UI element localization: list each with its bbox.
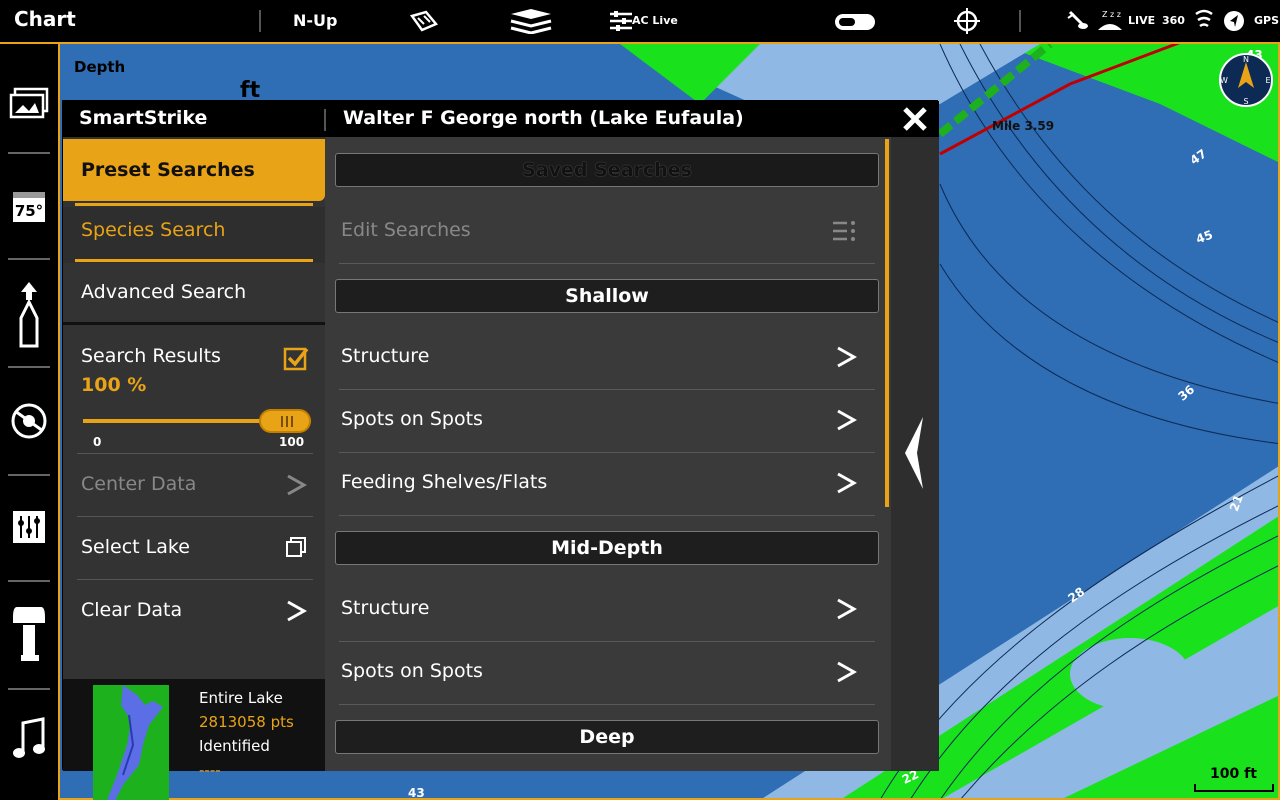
toggle-icon[interactable] (834, 13, 876, 35)
chevron-left-icon (905, 417, 923, 489)
compass-icon[interactable]: N S E W (1218, 52, 1274, 108)
chevron-right-icon (835, 660, 858, 688)
chevron-right-icon (835, 408, 858, 436)
close-button[interactable] (901, 105, 929, 133)
outboard-motor-icon[interactable] (6, 602, 52, 668)
chart-settings-icon[interactable] (408, 8, 440, 40)
list-item[interactable]: Spots on Spots (339, 642, 875, 705)
settings-sliders-icon[interactable] (6, 504, 52, 550)
music-icon[interactable] (6, 716, 52, 762)
lake-thumbnail (93, 685, 169, 800)
search-results-label: Search Results (81, 345, 221, 367)
deep-header: Deep (335, 720, 879, 754)
lake-title: Walter F George north (Lake Eufaula) (343, 107, 744, 129)
lake-points: 2813058 pts (199, 713, 294, 731)
divider (259, 10, 261, 32)
sleep-mode-icon: Z z z (1096, 8, 1124, 38)
divider (324, 109, 326, 131)
live-status: LIVE (1128, 14, 1156, 27)
edit-searches-label: Edit Searches (341, 219, 471, 241)
center-data-label: Center Data (81, 473, 197, 495)
list-item[interactable]: Spots on Spots (339, 390, 875, 453)
scale-bar (1194, 784, 1274, 792)
list-item-label: Structure (341, 345, 430, 367)
svg-text:W: W (1220, 76, 1228, 85)
lake-info-panel: Entire Lake 2813058 pts Identified ---- (63, 679, 325, 800)
chevron-right-icon (285, 473, 308, 501)
chevron-right-icon (835, 471, 858, 499)
svg-text:S: S (1243, 97, 1248, 106)
edit-searches-row[interactable]: Edit Searches (339, 201, 875, 264)
top-status-bar: Chart N-Up AC Live Z z z LIVE 360 GPS (0, 0, 1280, 44)
navigation-icon (1222, 8, 1246, 38)
boat-position-icon[interactable] (6, 280, 52, 350)
sonar-icon (1194, 8, 1214, 38)
shallow-header: Shallow (335, 279, 879, 313)
dialog-header: SmartStrike Walter F George north (Lake … (63, 101, 939, 137)
map-scale: 100 ft (1210, 766, 1257, 782)
left-toolbar: 75° (0, 44, 58, 800)
identified-value: ---- (199, 761, 221, 779)
tab-label: Species Search (81, 219, 226, 241)
slider-handle[interactable] (259, 409, 311, 433)
depth-number: 43 (408, 786, 425, 800)
list-item-label: Structure (341, 597, 430, 619)
window-stack-icon (285, 536, 307, 562)
list-item-label: Spots on Spots (341, 408, 483, 430)
dialog-brand: SmartStrike (79, 107, 208, 129)
trolling-motor-icon (1066, 8, 1090, 38)
home-icon[interactable] (6, 80, 52, 126)
search-results-value: 100 % (81, 374, 147, 396)
search-options-pane: Preset Searches Species Search Advanced … (63, 137, 325, 800)
gps-status: GPS (1254, 14, 1280, 27)
crosshair-icon[interactable] (954, 8, 980, 38)
select-lake-label: Select Lake (81, 536, 190, 558)
ac-live-label: AC Live (632, 14, 678, 27)
chevron-right-icon (285, 599, 308, 627)
search-results-checkbox[interactable] (283, 345, 309, 371)
ac-live-icon[interactable] (608, 8, 634, 38)
page-title: Chart (14, 7, 76, 31)
list-item[interactable]: Feeding Shelves/Flats (339, 453, 875, 516)
list-item-label: Feeding Shelves/Flats (341, 471, 548, 493)
list-edit-icon (831, 219, 857, 247)
svg-text:N: N (1243, 55, 1249, 64)
scrollbar[interactable] (885, 139, 889, 507)
svg-text:75°: 75° (15, 202, 43, 220)
chevron-right-icon (835, 597, 858, 625)
smartstrike-dialog: SmartStrike Walter F George north (Lake … (62, 100, 939, 800)
active-tab-pointer (313, 139, 325, 201)
select-lake-row[interactable]: Select Lake (77, 518, 313, 580)
mile-marker: Mile 3.59 (992, 119, 1055, 133)
water-temp-icon[interactable]: 75° (6, 184, 52, 230)
collapse-panel-handle[interactable] (891, 137, 939, 771)
list-item-label: Spots on Spots (341, 660, 483, 682)
tab-preset-searches[interactable]: Preset Searches (63, 139, 325, 201)
depth-readout-label: Depth (74, 58, 126, 76)
slider-max-label: 100 (279, 435, 305, 449)
divider (1019, 10, 1021, 32)
imaging-360-status: 360 (1162, 14, 1185, 27)
close-icon (903, 107, 927, 131)
saved-searches-header: Saved Searches (335, 153, 879, 187)
mid-depth-header: Mid-Depth (335, 531, 879, 565)
list-item[interactable]: Structure (339, 579, 875, 642)
orientation-button[interactable]: N-Up (293, 11, 337, 30)
identified-label: Identified (199, 737, 270, 755)
checkbox-checked-icon (283, 347, 309, 371)
lake-scope: Entire Lake (199, 689, 283, 707)
slider-min-label: 0 (93, 435, 102, 449)
center-data-row[interactable]: Center Data (77, 455, 313, 517)
chevron-right-icon (835, 345, 858, 373)
list-item[interactable]: Structure (339, 327, 875, 390)
tab-species-search[interactable]: Species Search (63, 203, 325, 263)
sonar-view-icon[interactable] (6, 398, 52, 444)
svg-text:Z z z: Z z z (1102, 10, 1121, 19)
layers-icon[interactable] (508, 8, 554, 38)
preset-search-list: Saved Searches Edit Searches Shallow Str… (325, 137, 891, 771)
clear-data-row[interactable]: Clear Data (77, 581, 313, 643)
clear-data-label: Clear Data (81, 599, 183, 621)
svg-text:E: E (1265, 76, 1270, 85)
tab-advanced-search[interactable]: Advanced Search (63, 269, 325, 325)
